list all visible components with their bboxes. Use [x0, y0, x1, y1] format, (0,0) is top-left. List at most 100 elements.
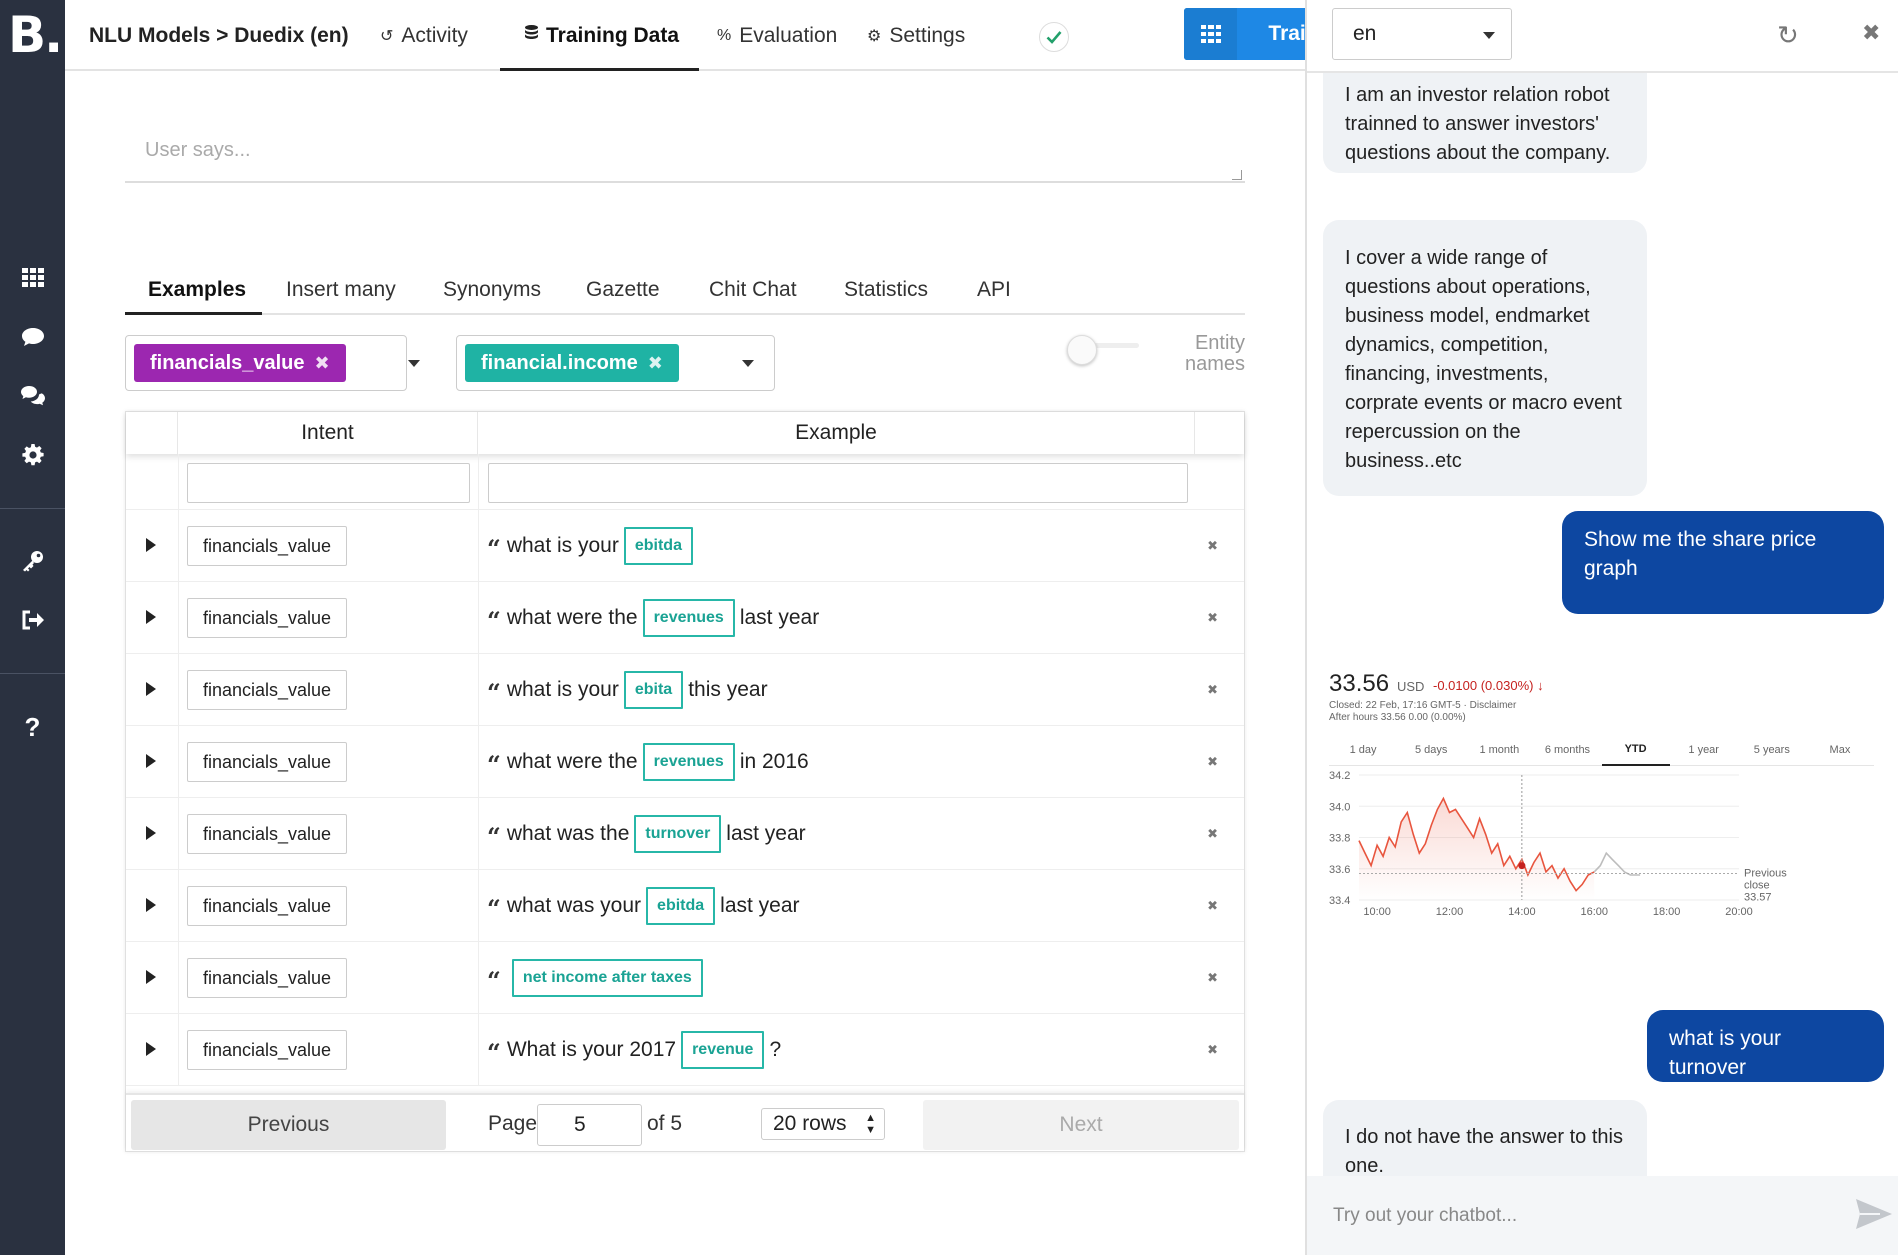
expand-row-icon[interactable] [146, 538, 156, 552]
table-row[interactable]: financials_value “what was the turnover las… [126, 798, 1244, 870]
toggle-knob[interactable] [1067, 335, 1097, 365]
chat-input[interactable] [1333, 1196, 1813, 1236]
entity-tag[interactable]: net income after taxes [511, 959, 703, 997]
expand-row-icon[interactable] [146, 826, 156, 840]
entity-tag[interactable]: revenues [642, 743, 735, 781]
example-text[interactable]: “what is your ebitda [487, 510, 698, 582]
example-text[interactable]: “what is your ebita this year [487, 654, 768, 726]
example-text[interactable]: “what was your ebitda last year [487, 870, 800, 942]
rows-per-page-select[interactable]: 20 rows ▲ ▼ [761, 1108, 885, 1140]
resize-handle[interactable] [1232, 170, 1242, 180]
expand-row-icon[interactable] [146, 682, 156, 696]
intent-tag[interactable]: financials_value [187, 670, 347, 710]
help-icon[interactable]: ? [0, 707, 65, 747]
next-page-button[interactable]: Next [923, 1100, 1239, 1150]
expand-row-icon[interactable] [146, 970, 156, 984]
period-tab[interactable]: 5 years [1738, 734, 1806, 766]
delete-row-icon[interactable]: ✖ [1207, 970, 1218, 986]
period-tab[interactable]: 1 day [1329, 734, 1397, 766]
brand-logo[interactable]: B. [8, 6, 63, 64]
entity-filter-chip[interactable]: financial.income ✖ [465, 344, 679, 382]
table-row[interactable]: financials_value “what were the revenues la… [126, 582, 1244, 654]
subtab-examples[interactable]: Examples [148, 265, 246, 315]
period-tab[interactable]: 6 months [1533, 734, 1601, 766]
breadcrumb[interactable]: NLU Models > Duedix (en) [89, 0, 349, 71]
period-tab[interactable]: 1 year [1670, 734, 1738, 766]
intent-tag[interactable]: financials_value [187, 1030, 347, 1070]
period-tab[interactable]: 5 days [1397, 734, 1465, 766]
language-select[interactable]: en [1332, 8, 1512, 60]
tab-training-data[interactable]: Training Data [525, 0, 679, 71]
delete-row-icon[interactable]: ✖ [1207, 898, 1218, 914]
chat-bubble-icon[interactable] [0, 317, 65, 357]
user-says-input[interactable] [125, 127, 1245, 183]
logout-icon[interactable] [0, 600, 65, 640]
table-row[interactable]: financials_value “what is your ebita this y… [126, 654, 1244, 726]
intent-tag[interactable]: financials_value [187, 958, 347, 998]
example-text[interactable]: “What is your 2017 revenue? [487, 1014, 781, 1086]
key-icon[interactable] [0, 541, 65, 581]
example-filter-input[interactable] [488, 463, 1188, 503]
entity-tag[interactable]: ebita [623, 671, 684, 709]
gear-icon[interactable] [0, 435, 65, 475]
period-tab[interactable]: 1 month [1465, 734, 1533, 766]
intent-column-header[interactable]: Intent [178, 412, 478, 454]
grid-icon[interactable] [0, 258, 65, 298]
example-text[interactable]: “what were the revenues last year [487, 582, 819, 654]
table-row[interactable]: financials_value “what were the revenues in… [126, 726, 1244, 798]
delete-row-icon[interactable]: ✖ [1207, 826, 1218, 842]
entity-tag[interactable]: ebitda [646, 887, 716, 925]
delete-row-icon[interactable]: ✖ [1207, 1042, 1218, 1058]
expand-row-icon[interactable] [146, 898, 156, 912]
subtab-gazette[interactable]: Gazette [586, 265, 660, 315]
intent-filter-chip[interactable]: financials_value ✖ [134, 344, 346, 382]
delete-row-icon[interactable]: ✖ [1207, 538, 1218, 554]
subtab-insert-many[interactable]: Insert many [286, 265, 396, 315]
chevron-down-icon[interactable] [408, 360, 420, 367]
intent-filter-select[interactable]: financials_value ✖ [125, 335, 420, 391]
entity-filter-select[interactable]: financial.income ✖ [456, 335, 775, 391]
example-text[interactable]: “ net income after taxes [487, 942, 708, 1014]
intent-tag[interactable]: financials_value [187, 598, 347, 638]
example-text[interactable]: “what were the revenues in 2016 [487, 726, 809, 798]
previous-page-button[interactable]: Previous [131, 1100, 446, 1150]
delete-row-icon[interactable]: ✖ [1207, 682, 1218, 698]
tab-settings[interactable]: ⚙ Settings [867, 0, 965, 71]
table-row[interactable]: financials_value “what was your ebitda last… [126, 870, 1244, 942]
table-row[interactable]: financials_value “What is your 2017 revenu… [126, 1014, 1244, 1086]
page-number-input[interactable]: 5 [537, 1104, 642, 1146]
tab-evaluation[interactable]: % Evaluation [717, 0, 837, 71]
table-row[interactable]: financials_value “ net income after taxes ✖ [126, 942, 1244, 1014]
intent-tag[interactable]: financials_value [187, 814, 347, 854]
entity-names-toggle[interactable] [1067, 335, 1142, 365]
close-icon[interactable]: ✖ [1862, 20, 1880, 46]
subtab-chit-chat[interactable]: Chit Chat [709, 265, 797, 315]
subtab-statistics[interactable]: Statistics [844, 265, 928, 315]
remove-chip-icon[interactable]: ✖ [315, 353, 330, 374]
chevron-down-icon[interactable] [742, 360, 754, 367]
delete-row-icon[interactable]: ✖ [1207, 754, 1218, 770]
subtab-api[interactable]: API [977, 265, 1011, 315]
chat-bubbles-icon[interactable] [0, 376, 65, 416]
remove-chip-icon[interactable]: ✖ [648, 353, 663, 374]
subtab-synonyms[interactable]: Synonyms [443, 265, 541, 315]
period-tab[interactable]: YTD [1601, 734, 1670, 766]
expand-row-icon[interactable] [146, 754, 156, 768]
entity-tag[interactable]: turnover [634, 815, 722, 853]
entity-tag[interactable]: revenues [642, 599, 735, 637]
intent-tag[interactable]: financials_value [187, 526, 347, 566]
expand-row-icon[interactable] [146, 610, 156, 624]
example-text[interactable]: “what was the turnover last year [487, 798, 806, 870]
refresh-icon[interactable]: ↻ [1777, 20, 1799, 51]
intent-filter-input[interactable] [187, 463, 470, 503]
expand-row-icon[interactable] [146, 1042, 156, 1056]
period-tab[interactable]: Max [1806, 734, 1874, 766]
intent-tag[interactable]: financials_value [187, 886, 347, 926]
example-column-header[interactable]: Example [478, 412, 1195, 454]
intent-tag[interactable]: financials_value [187, 742, 347, 782]
send-icon[interactable] [1855, 1198, 1893, 1230]
entity-tag[interactable]: ebitda [623, 527, 693, 565]
entity-tag[interactable]: revenue [681, 1031, 765, 1069]
delete-row-icon[interactable]: ✖ [1207, 610, 1218, 626]
table-row[interactable]: financials_value “what is your ebitda ✖ [126, 510, 1244, 582]
